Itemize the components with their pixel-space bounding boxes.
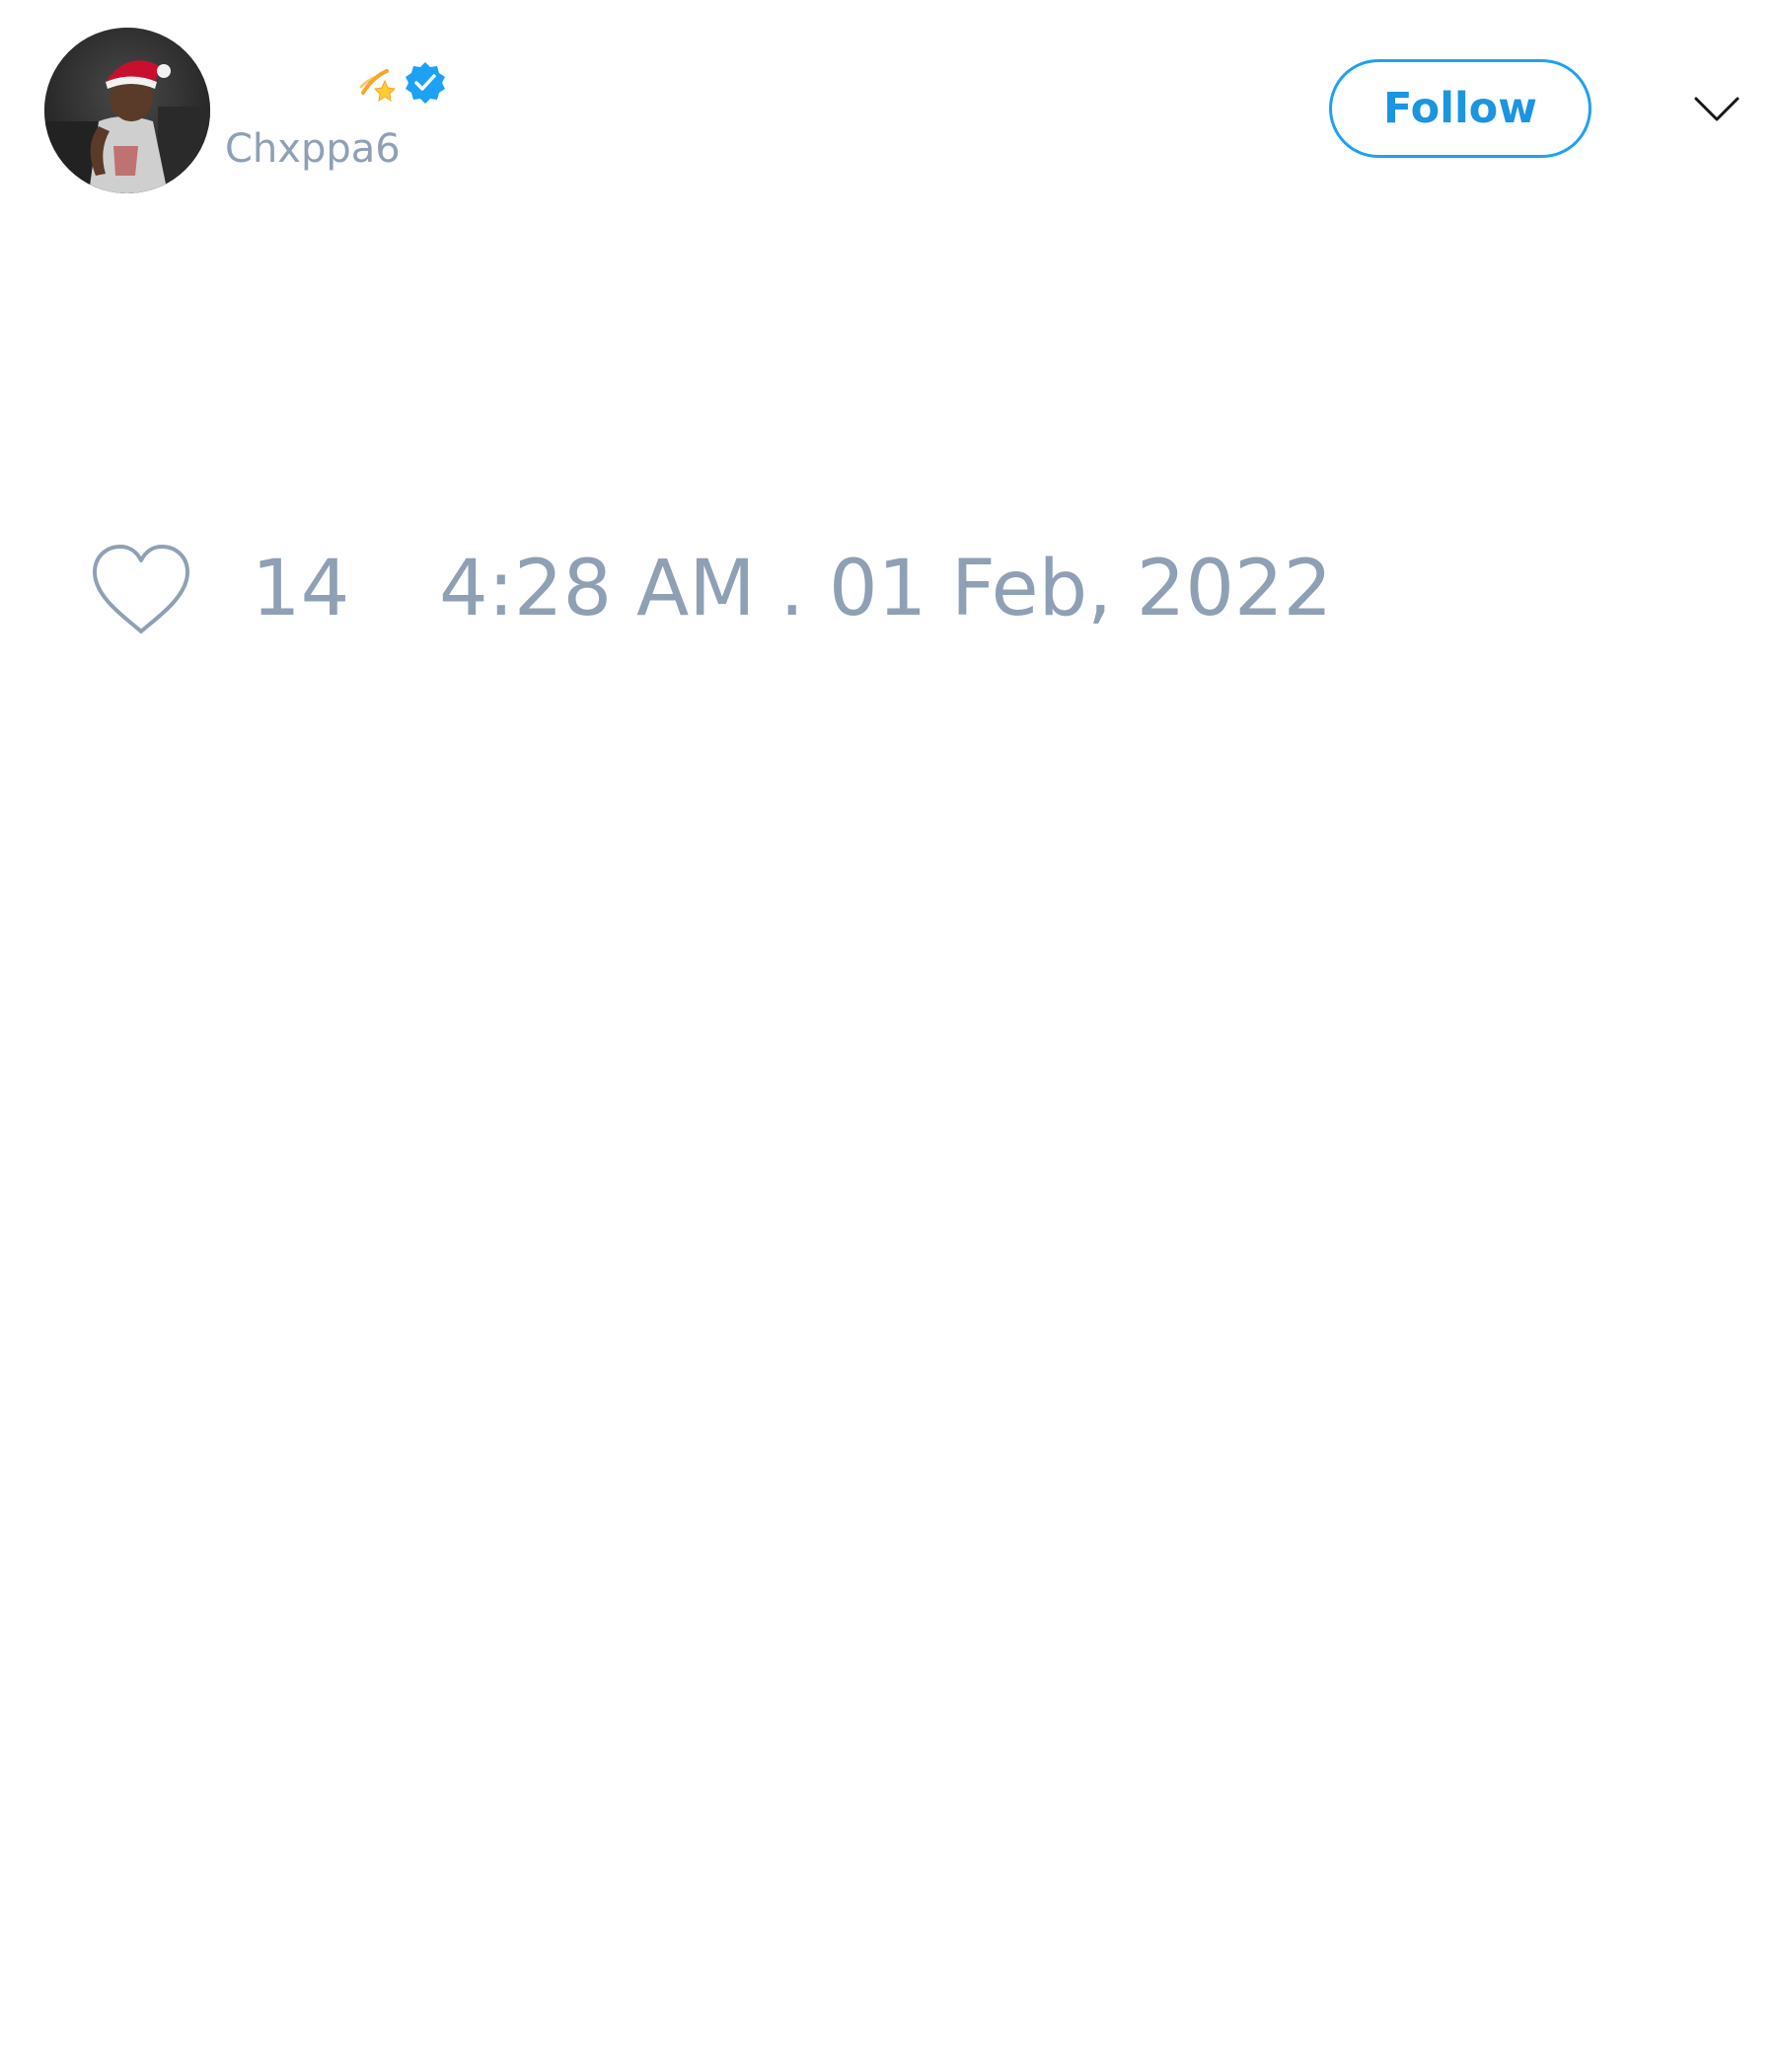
chevron-down-icon[interactable] [1692,89,1741,128]
author-handle[interactable]: Chxppa6 [225,126,401,172]
like-count: 14 [252,545,350,633]
avatar-image [44,28,210,193]
author-name-row[interactable] [225,55,448,111]
follow-button[interactable]: Follow [1329,59,1591,158]
verified-badge-icon [403,60,448,106]
tweet-timestamp[interactable]: 4:28 AM . 01 Feb, 2022 [439,545,1332,633]
tweet-embed: Chxppa6 Follow 14 4:28 AM . 01 Feb, 2022 [0,0,1776,2072]
dizzy-emoji-icon [357,63,397,103]
avatar[interactable] [44,28,210,193]
heart-icon[interactable] [89,543,193,637]
